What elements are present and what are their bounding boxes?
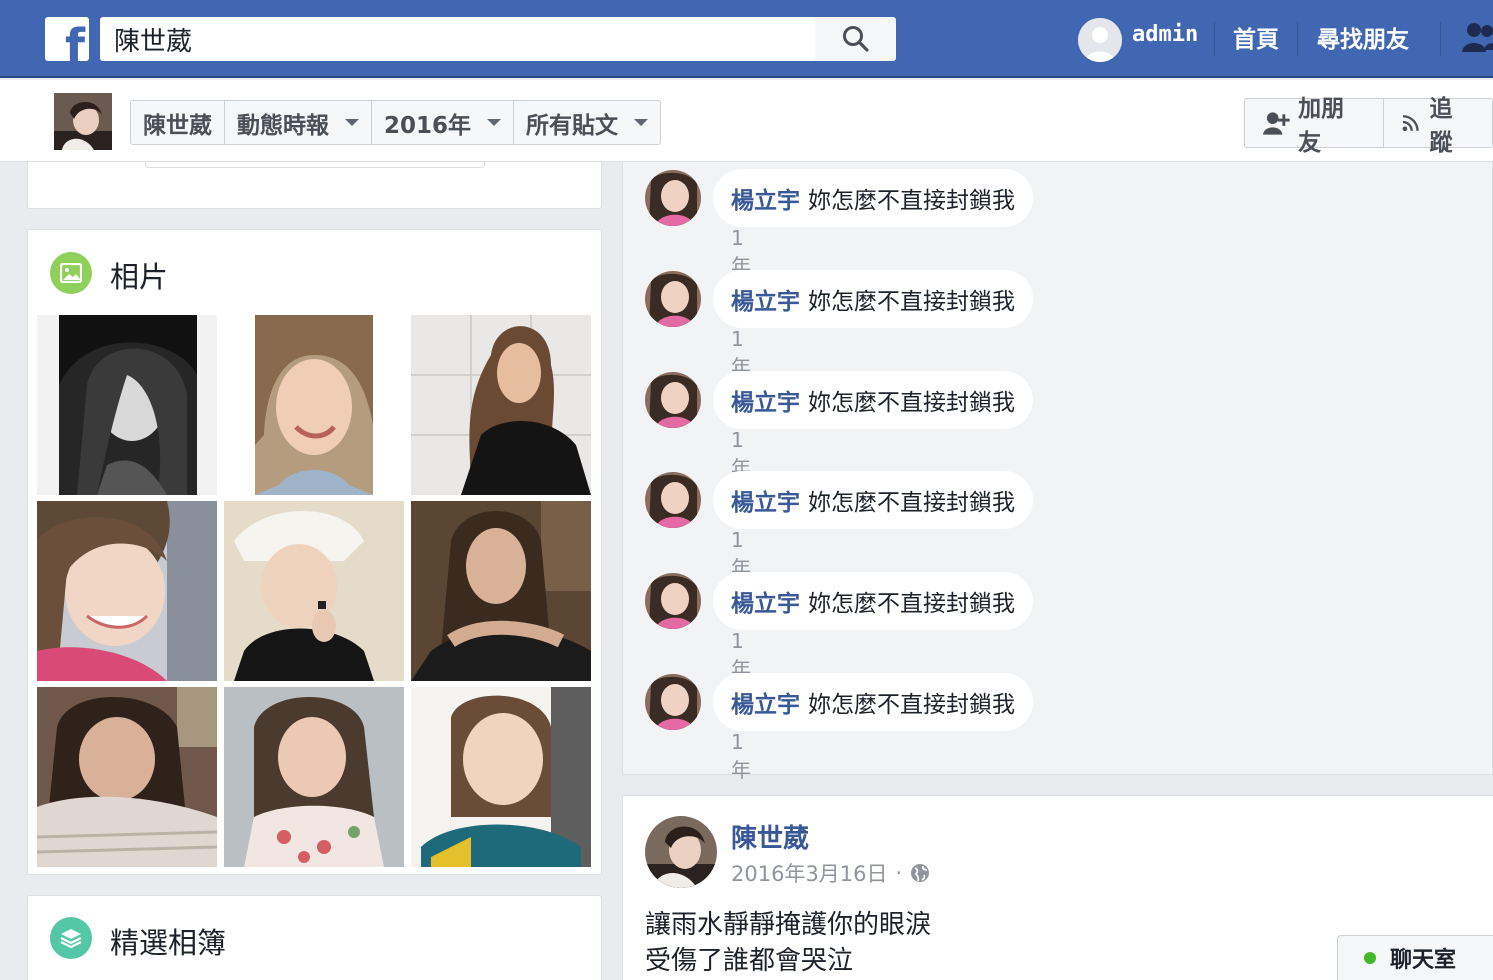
comment-author-link[interactable]: 楊立宇 <box>731 483 800 517</box>
caret-down-icon <box>345 119 359 126</box>
find-friends-link[interactable]: 尋找朋友 <box>1317 20 1409 54</box>
year-dropdown[interactable]: 2016年 <box>372 101 515 144</box>
profile-actions: 加朋友 追蹤 <box>1244 96 1493 156</box>
comment-bubble: 楊立宇 妳怎麼不直接封鎖我 <box>713 169 1033 227</box>
comment-author-link[interactable]: 楊立宇 <box>731 282 800 316</box>
search-input[interactable] <box>100 17 816 61</box>
comment-author-link[interactable]: 楊立宇 <box>731 685 800 719</box>
timeline-selector: 陳世葳 動態時報 2016年 所有貼文 <box>130 100 662 145</box>
post-author-avatar[interactable] <box>645 816 717 888</box>
card-divider <box>145 162 485 168</box>
post-text-line: 受傷了誰都會哭泣 <box>645 946 854 976</box>
friend-requests-icon[interactable] <box>1462 20 1493 56</box>
profile-navigation-bar: 陳世葳 動態時報 2016年 所有貼文 加朋友 追蹤 <box>0 80 1493 162</box>
photo-thumbnail[interactable] <box>37 315 217 495</box>
year-label: 2016年 <box>384 112 472 139</box>
commenter-avatar[interactable] <box>645 674 701 730</box>
profile-name-label: 陳世葳 <box>143 112 212 139</box>
user-avatar[interactable] <box>1078 18 1122 62</box>
caret-down-icon <box>634 119 649 126</box>
post-timestamp[interactable]: 2016年3月16日 <box>731 858 888 888</box>
featured-albums-card: 精選相簿 <box>27 895 602 980</box>
photo-thumbnail[interactable] <box>411 687 591 867</box>
photo-thumbnail[interactable] <box>37 687 217 867</box>
commenter-avatar[interactable] <box>645 371 701 428</box>
comment-text: 妳怎麼不直接封鎖我 <box>808 490 1015 517</box>
post-filter-dropdown[interactable]: 所有貼文 <box>514 101 660 144</box>
featured-albums-title[interactable]: 精選相簿 <box>110 920 226 962</box>
photo-thumbnail[interactable] <box>224 315 404 495</box>
post-meta: 2016年3月16日 · <box>731 858 930 888</box>
meta-separator: · <box>895 861 903 885</box>
nav-divider <box>1440 22 1441 56</box>
comment-bubble: 楊立宇 妳怎麼不直接封鎖我 <box>713 572 1033 631</box>
photos-icon <box>50 252 92 294</box>
nav-divider <box>1297 22 1298 56</box>
photo-thumbnail[interactable] <box>224 501 404 681</box>
comment-bubble: 楊立宇 妳怎麼不直接封鎖我 <box>713 370 1033 429</box>
photos-card: 相片 <box>27 229 602 875</box>
comment-text: 妳怎麼不直接封鎖我 <box>808 188 1015 214</box>
photo-thumbnail[interactable] <box>37 501 217 681</box>
facebook-logo-icon[interactable]: f <box>45 17 89 61</box>
comment-text: 妳怎麼不直接封鎖我 <box>808 692 1015 718</box>
comment-author-link[interactable]: 楊立宇 <box>731 584 800 618</box>
search-button[interactable] <box>815 17 896 61</box>
commenter-avatar[interactable] <box>645 573 701 630</box>
home-link[interactable]: 首頁 <box>1233 20 1279 54</box>
photos-card-title[interactable]: 相片 <box>110 254 168 296</box>
search-icon <box>842 26 869 52</box>
comment-bubble: 楊立宇 妳怎麼不直接封鎖我 <box>713 269 1033 328</box>
nav-divider <box>1214 22 1215 56</box>
rss-follow-icon <box>1402 115 1419 132</box>
timeline-dropdown[interactable]: 動態時報 <box>225 101 372 144</box>
comment-text: 妳怎麼不直接封鎖我 <box>808 288 1015 315</box>
commenter-avatar[interactable] <box>645 170 701 226</box>
comments-section: 楊立宇 妳怎麼不直接封鎖我 1年 楊立宇 妳怎麼不直接封鎖我 1年 楊立宇 妳怎麼不直接封鎖我… <box>622 162 1493 782</box>
chat-label: 聊天室 <box>1390 948 1457 973</box>
follow-button[interactable]: 追蹤 <box>1384 96 1492 156</box>
post-text-line: 讓雨水靜靜掩護你的眼淚 <box>645 910 932 940</box>
add-friend-button[interactable]: 加朋友 <box>1245 96 1385 156</box>
photo-thumbnail[interactable] <box>224 687 404 867</box>
comment-text: 妳怎麼不直接封鎖我 <box>808 591 1015 618</box>
comment-bubble: 楊立宇 妳怎麼不直接封鎖我 <box>713 471 1033 530</box>
commenter-avatar[interactable] <box>645 472 701 529</box>
comment-bubble: 楊立宇 妳怎麼不直接封鎖我 <box>713 673 1033 731</box>
profile-thumbnail[interactable] <box>54 93 112 150</box>
intro-card-bottom <box>27 162 602 209</box>
photo-thumbnail[interactable] <box>411 501 591 681</box>
user-name-link[interactable]: admin <box>1132 22 1198 47</box>
chat-sidebar-tab[interactable]: 聊天室 <box>1337 935 1493 980</box>
profile-name-tab[interactable]: 陳世葳 <box>131 101 225 144</box>
photo-thumbnail[interactable] <box>411 315 591 495</box>
comment-timestamp[interactable]: 1年 <box>731 730 751 783</box>
post-filter-label: 所有貼文 <box>526 112 619 139</box>
caret-down-icon <box>487 119 502 126</box>
public-globe-icon[interactable] <box>910 863 930 883</box>
comment-author-link[interactable]: 楊立宇 <box>731 181 800 215</box>
add-friend-label: 加朋友 <box>1298 96 1345 156</box>
timeline-label: 動態時報 <box>237 112 329 139</box>
online-status-dot <box>1364 952 1376 964</box>
albums-icon <box>50 917 92 959</box>
add-friend-icon <box>1263 112 1290 135</box>
follow-label: 追蹤 <box>1429 96 1453 156</box>
post-author-name[interactable]: 陳世葳 <box>731 818 809 855</box>
commenter-avatar[interactable] <box>645 270 701 327</box>
comment-author-link[interactable]: 楊立宇 <box>731 383 800 417</box>
top-navigation-bar: f admin 首頁 尋找朋友 <box>0 0 1493 78</box>
comment-text: 妳怎麼不直接封鎖我 <box>808 389 1015 416</box>
